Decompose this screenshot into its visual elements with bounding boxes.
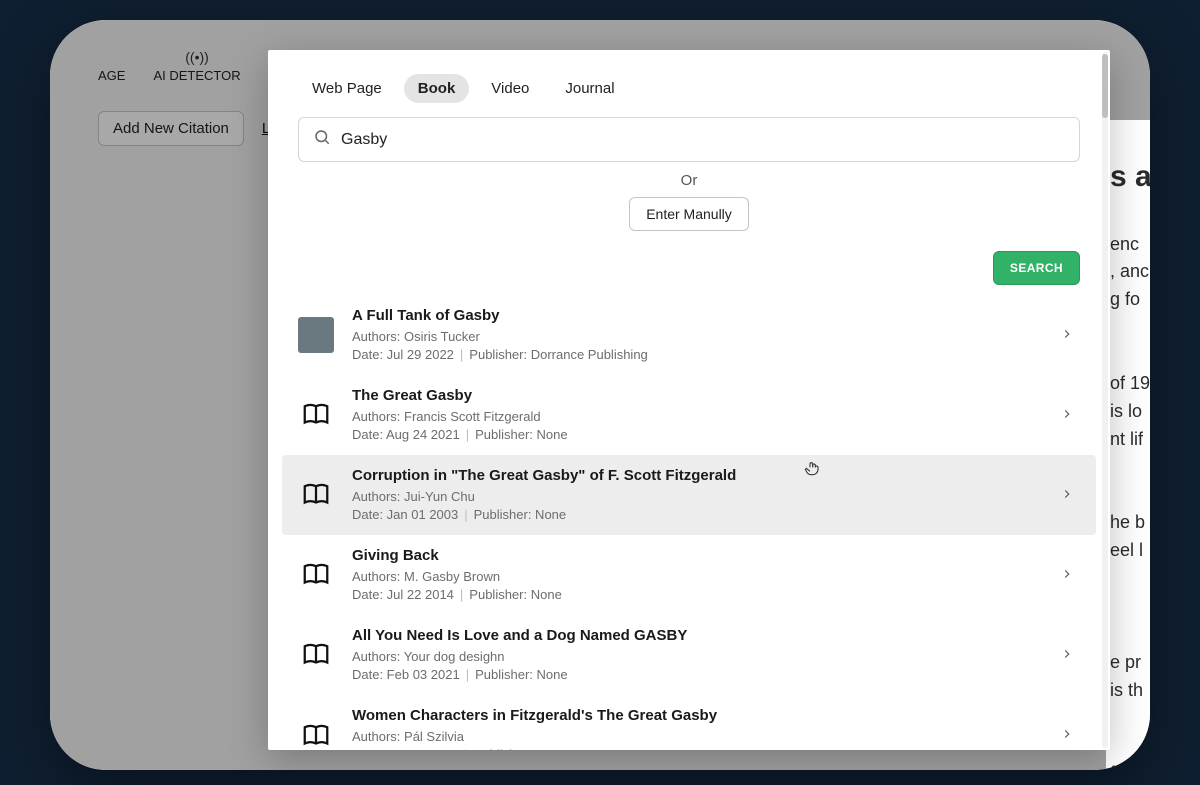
result-authors: Authors: Pál Szilvia bbox=[352, 728, 1042, 746]
cover-thumb-icon bbox=[298, 317, 334, 353]
result-meta: A Full Tank of Gasby Authors: Osiris Tuck… bbox=[352, 307, 1042, 363]
chevron-right-icon bbox=[1060, 645, 1074, 666]
result-title: The Great Gasby bbox=[352, 387, 1042, 404]
search-icon bbox=[313, 128, 331, 151]
source-type-tabs: Web Page Book Video Journal bbox=[268, 50, 1110, 117]
result-authors: Authors: Your dog desighn bbox=[352, 648, 1042, 666]
chevron-right-icon bbox=[1060, 725, 1074, 746]
or-label: Or bbox=[268, 172, 1110, 189]
scrollbar-thumb[interactable] bbox=[1102, 54, 1108, 118]
book-icon bbox=[298, 718, 334, 750]
result-title: Corruption in "The Great Gasby" of F. Sc… bbox=[352, 467, 1042, 484]
result-authors: Authors: Francis Scott Fitzgerald bbox=[352, 408, 1042, 426]
tab-video[interactable]: Video bbox=[477, 74, 543, 103]
result-authors: Authors: M. Gasby Brown bbox=[352, 568, 1042, 586]
chevron-right-icon bbox=[1060, 405, 1074, 426]
result-authors: Authors: Jui-Yun Chu bbox=[352, 488, 1042, 506]
result-row[interactable]: The Great Gasby Authors: Francis Scott Fi… bbox=[282, 375, 1096, 455]
background-right-title: s a bbox=[1110, 120, 1150, 231]
chevron-right-icon bbox=[1060, 485, 1074, 506]
result-meta: The Great Gasby Authors: Francis Scott Fi… bbox=[352, 387, 1042, 443]
result-row[interactable]: Giving Back Authors: M. Gasby BrownDate: … bbox=[282, 535, 1096, 615]
search-button[interactable]: SEARCH bbox=[993, 251, 1080, 285]
tab-book[interactable]: Book bbox=[404, 74, 470, 103]
chevron-right-icon bbox=[1060, 565, 1074, 586]
background-right-body: enc , anc g fo of 19 is lo nt lif he b e… bbox=[1110, 234, 1150, 771]
chevron-right-icon bbox=[1060, 325, 1074, 346]
result-row[interactable]: Corruption in "The Great Gasby" of F. Sc… bbox=[282, 455, 1096, 535]
results-list: A Full Tank of Gasby Authors: Osiris Tuck… bbox=[268, 295, 1110, 750]
result-date-publisher: Date: Jan 01 2003|Publisher: None bbox=[352, 506, 1042, 524]
result-date-publisher: Date: Jul 22 2014|Publisher: None bbox=[352, 586, 1042, 604]
result-title: All You Need Is Love and a Dog Named GAS… bbox=[352, 627, 1042, 644]
result-date-publisher: Date: Jul 29 2022|Publisher: Dorrance Pu… bbox=[352, 346, 1042, 364]
search-input[interactable] bbox=[341, 131, 1065, 149]
result-title: A Full Tank of Gasby bbox=[352, 307, 1042, 324]
result-row[interactable]: Women Characters in Fitzgerald's The Gre… bbox=[282, 695, 1096, 750]
result-date-publisher: Date: Aug 24 2021|Publisher: None bbox=[352, 426, 1042, 444]
result-row[interactable]: All You Need Is Love and a Dog Named GAS… bbox=[282, 615, 1096, 695]
citation-search-modal: Web Page Book Video Journal Or Enter Man… bbox=[268, 50, 1110, 750]
result-title: Women Characters in Fitzgerald's The Gre… bbox=[352, 707, 1042, 724]
scrollbar-track[interactable] bbox=[1102, 52, 1108, 748]
tab-journal[interactable]: Journal bbox=[551, 74, 628, 103]
result-title: Giving Back bbox=[352, 547, 1042, 564]
result-date-publisher: Date: Jan 01 2008|Publisher: None bbox=[352, 746, 1042, 750]
result-row[interactable]: A Full Tank of Gasby Authors: Osiris Tuck… bbox=[282, 295, 1096, 375]
book-icon bbox=[298, 557, 334, 593]
result-meta: Giving Back Authors: M. Gasby BrownDate: … bbox=[352, 547, 1042, 603]
book-icon bbox=[298, 637, 334, 673]
result-date-publisher: Date: Feb 03 2021|Publisher: None bbox=[352, 666, 1042, 684]
enter-manually-button[interactable]: Enter Manully bbox=[629, 197, 749, 231]
device-frame: AGE ((•)) AI DETECTOR ❝❞ CITATIO Add New… bbox=[50, 20, 1150, 770]
search-box[interactable] bbox=[298, 117, 1080, 162]
result-meta: Women Characters in Fitzgerald's The Gre… bbox=[352, 707, 1042, 750]
book-icon bbox=[298, 397, 334, 433]
book-icon bbox=[298, 477, 334, 513]
tab-web-page[interactable]: Web Page bbox=[298, 74, 396, 103]
result-meta: Corruption in "The Great Gasby" of F. Sc… bbox=[352, 467, 1042, 523]
modal-scroll-area[interactable]: Web Page Book Video Journal Or Enter Man… bbox=[268, 50, 1110, 750]
result-authors: Authors: Osiris Tucker bbox=[352, 328, 1042, 346]
background-text-fragment: s aenc , anc g fo of 19 is lo nt lif he … bbox=[1106, 120, 1150, 770]
result-meta: All You Need Is Love and a Dog Named GAS… bbox=[352, 627, 1042, 683]
